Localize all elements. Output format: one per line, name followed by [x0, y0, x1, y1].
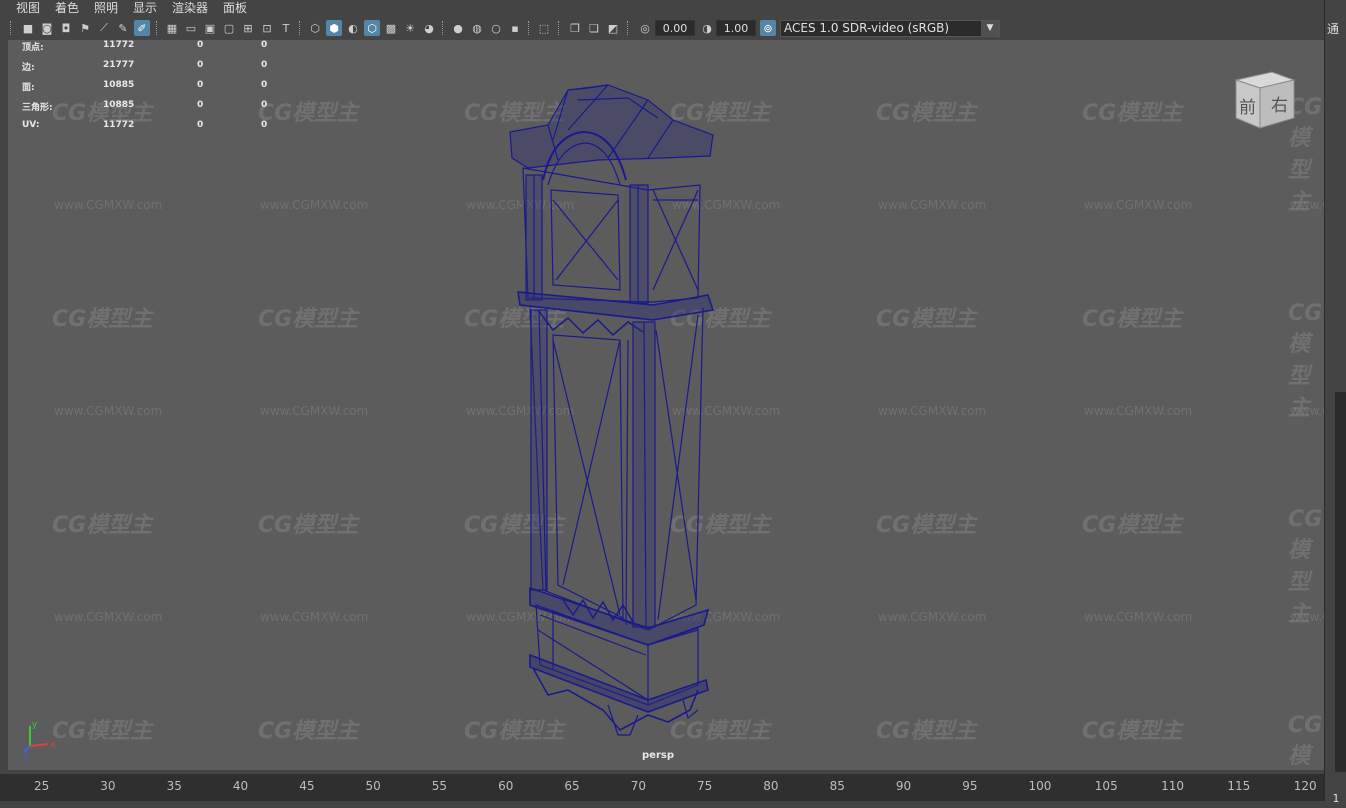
- multisample-aa-icon[interactable]: ○: [488, 20, 504, 36]
- timeline-tick-label: 40: [232, 779, 249, 793]
- timeline-tick-label: 55: [431, 779, 448, 793]
- timeline-tick-label: 60: [498, 779, 514, 793]
- smooth-shade-icon[interactable]: ⬢: [326, 20, 342, 36]
- pencil-active-icon[interactable]: ✐: [134, 20, 150, 36]
- timeline-tick-label: 110: [1161, 779, 1184, 793]
- motion-blur-icon[interactable]: ◍: [469, 20, 485, 36]
- wireframe-on-shaded-icon[interactable]: ⬡: [364, 20, 380, 36]
- timeline-tick-label: 30: [100, 779, 116, 793]
- toolbar-separator: [10, 21, 13, 35]
- gamma-field[interactable]: 1.00: [716, 20, 756, 36]
- clock-wireframe-model[interactable]: [8, 40, 1324, 770]
- viewport-toolbar: ■ ◙ ◘ ⚑ ⟋ ✎ ✐ ▦ ▭ ▣ ▢ ⊞ ⊡ T ⬡ ⬢ ◐ ⬡ ▩ ☀ …: [0, 16, 1346, 40]
- toolbar-separator: [442, 21, 445, 35]
- chevron-down-icon: ▼: [981, 21, 999, 36]
- timeline-tick-label: 75: [697, 779, 713, 793]
- timeline-tick-label: 25: [34, 779, 50, 793]
- timeline-tick-label: 120: [1293, 779, 1317, 793]
- timeline-tick-label: 65: [564, 779, 580, 793]
- view-transform-dropdown[interactable]: ACES 1.0 SDR-video (sRGB) ▼: [780, 20, 1000, 37]
- timeline-tick-label: 35: [166, 779, 182, 793]
- time-slider[interactable]: 25 30 35 40 45 50 55 60 65 70 75 80 85 90 95 100 105 110 1…: [0, 774, 1346, 808]
- menu-panels[interactable]: 面板: [223, 0, 247, 16]
- timeline-tick-label: 100: [1028, 779, 1052, 793]
- toolbar-separator: [299, 21, 302, 35]
- bookmark-camera-icon[interactable]: ◘: [58, 20, 74, 36]
- timeline-tick-label: 45: [299, 779, 315, 793]
- menu-lighting[interactable]: 照明: [94, 0, 118, 16]
- menu-show[interactable]: 显示: [133, 0, 157, 16]
- panel-header-char: 通: [1327, 22, 1340, 36]
- 2d-pan-zoom-icon[interactable]: ⟋: [96, 20, 112, 36]
- viewport-menu-bar: 视图 着色 照明 显示 渲染器 面板: [0, 0, 1346, 16]
- panel-scrollbar[interactable]: [1335, 392, 1346, 772]
- gate-mask-icon[interactable]: ▢: [221, 20, 237, 36]
- timeline-tick-label: 80: [763, 779, 779, 793]
- xray-components-icon[interactable]: ◩: [605, 20, 621, 36]
- resolution-gate-icon[interactable]: ▣: [202, 20, 218, 36]
- safe-title-icon[interactable]: T: [278, 20, 294, 36]
- film-gate-icon[interactable]: ▭: [183, 20, 199, 36]
- axis-y-label: y: [32, 720, 38, 730]
- menu-view[interactable]: 视图: [16, 0, 40, 16]
- image-plane-icon[interactable]: ⚑: [77, 20, 93, 36]
- default-material-icon[interactable]: ◐: [345, 20, 361, 36]
- exposure-icon[interactable]: ◎: [637, 20, 653, 36]
- select-camera-icon[interactable]: ■: [20, 20, 36, 36]
- camera-name-label: persp: [642, 750, 674, 761]
- shadows-icon[interactable]: ◕: [421, 20, 437, 36]
- grid-icon[interactable]: ▦: [164, 20, 180, 36]
- wireframe-icon[interactable]: ⬡: [307, 20, 323, 36]
- viewcube-front-label[interactable]: 前: [1239, 93, 1256, 118]
- timeline-tick-label: 95: [962, 779, 978, 793]
- axis-z-label: z: [24, 752, 29, 762]
- timeline-tick-label: 50: [365, 779, 381, 793]
- use-all-lights-icon[interactable]: ☀: [402, 20, 418, 36]
- toolbar-separator: [528, 21, 531, 35]
- timeline-tick-label: 70: [630, 779, 646, 793]
- field-chart-icon[interactable]: ⊞: [240, 20, 256, 36]
- exposure-field[interactable]: 0.00: [655, 20, 695, 36]
- current-frame-field[interactable]: 1: [1326, 792, 1346, 808]
- safe-action-icon[interactable]: ⊡: [259, 20, 275, 36]
- view-transform-value: ACES 1.0 SDR-video (sRGB): [784, 21, 950, 35]
- camera-attributes-icon[interactable]: ◙: [39, 20, 55, 36]
- grease-pencil-icon[interactable]: ✎: [115, 20, 131, 36]
- timeline-tick-label: 90: [895, 779, 912, 793]
- screen-space-ao-icon[interactable]: ●: [450, 20, 466, 36]
- xray-joints-icon[interactable]: ❏: [586, 20, 602, 36]
- viewcube-right-label[interactable]: 右: [1271, 91, 1288, 116]
- timeline-tick-label: 115: [1227, 779, 1251, 793]
- right-side-panel: 通: [1324, 0, 1346, 801]
- menu-shading[interactable]: 着色: [55, 0, 79, 16]
- color-management-icon[interactable]: ⊚: [760, 20, 776, 36]
- isolate-select-icon[interactable]: ⬚: [536, 20, 552, 36]
- textured-icon[interactable]: ▩: [383, 20, 399, 36]
- xray-icon[interactable]: ❐: [567, 20, 583, 36]
- gamma-icon[interactable]: ◑: [699, 20, 715, 36]
- toolbar-separator: [627, 21, 630, 35]
- menu-renderer[interactable]: 渲染器: [172, 0, 208, 16]
- depth-of-field-icon[interactable]: ▪: [507, 20, 523, 36]
- 3d-viewport[interactable]: CG模型主 CG模型主 CG模型主 CG模型主 CG模型主 CG模型主 CG模型主 CG模型主…: [8, 40, 1324, 770]
- timeline-tick-label: 85: [829, 779, 845, 793]
- toolbar-separator: [558, 21, 561, 35]
- axis-x-label: x: [50, 740, 56, 750]
- timeline-tick-label: 105: [1094, 779, 1118, 793]
- toolbar-separator: [156, 21, 159, 35]
